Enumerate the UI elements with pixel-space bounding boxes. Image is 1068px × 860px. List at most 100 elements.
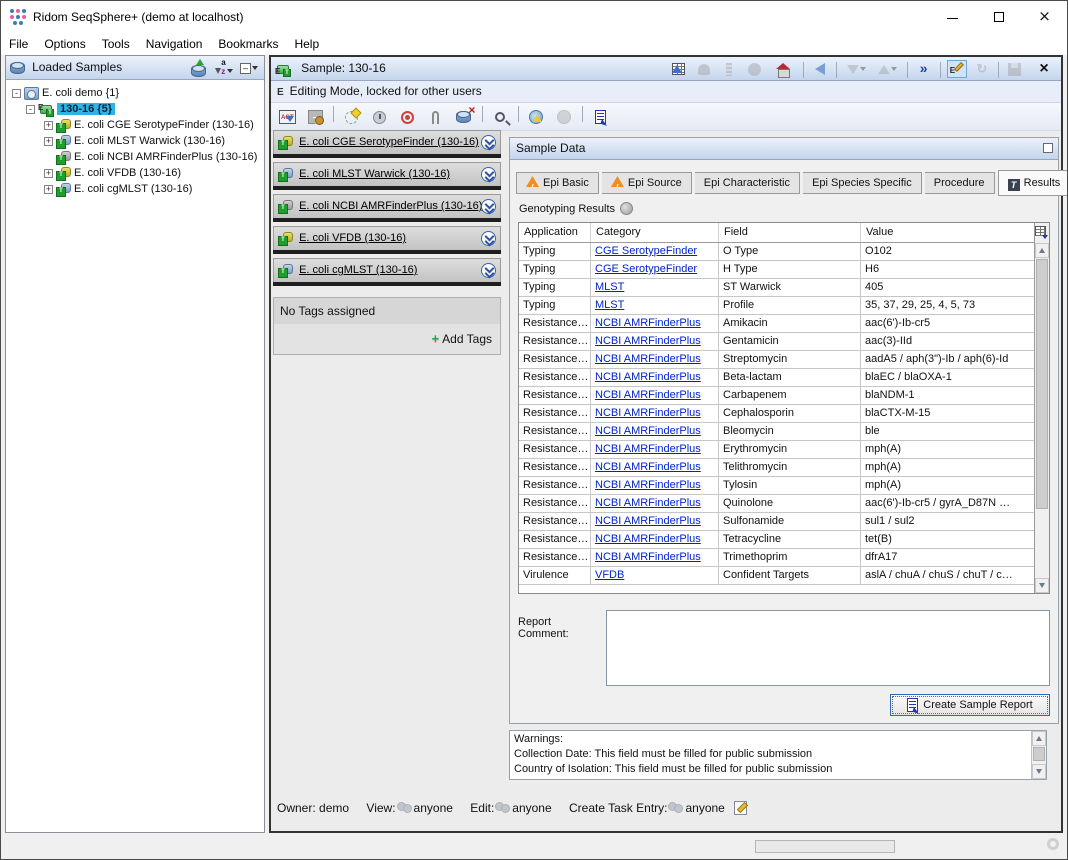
category-link[interactable]: NCBI AMRFinderPlus	[595, 335, 701, 347]
table-row[interactable]: Resistance… NCBI AMRFinderPlus Gentamici…	[519, 333, 1034, 351]
tree-item-task[interactable]: +E. coli CGE SerotypeFinder (130-16)	[12, 117, 264, 133]
target-button[interactable]	[395, 106, 420, 128]
chevron-expand-icon[interactable]	[481, 167, 496, 182]
category-link[interactable]: NCBI AMRFinderPlus	[595, 533, 701, 545]
category-link[interactable]: CGE SerotypeFinder	[595, 245, 697, 257]
category-link[interactable]: MLST	[595, 281, 624, 293]
minimize-button[interactable]	[930, 1, 975, 32]
column-picker-icon[interactable]	[1035, 225, 1048, 239]
tab[interactable]: Epi Source	[602, 172, 692, 194]
tab[interactable]: Results	[998, 170, 1068, 196]
new-task-entry-button[interactable]	[339, 106, 364, 128]
restore-panel-icon[interactable]	[1043, 143, 1053, 153]
column-header-value[interactable]: Value	[861, 223, 1034, 242]
table-row[interactable]: Typing CGE SerotypeFinder H Type H6	[519, 261, 1034, 279]
search-database-button[interactable]	[488, 106, 513, 128]
table-row[interactable]: Resistance… NCBI AMRFinderPlus Trimethop…	[519, 549, 1034, 567]
table-row[interactable]: Resistance… NCBI AMRFinderPlus Erythromy…	[519, 441, 1034, 459]
chevron-expand-icon[interactable]	[481, 231, 496, 246]
next-sample-button[interactable]	[842, 59, 870, 79]
comparison-table-button[interactable]	[668, 59, 690, 79]
tab[interactable]: Epi Characteristic	[695, 172, 800, 194]
category-link[interactable]: NCBI AMRFinderPlus	[595, 353, 701, 365]
delete-sample-button[interactable]	[451, 106, 476, 128]
category-link[interactable]: CGE SerotypeFinder	[595, 263, 697, 275]
tree-item-task[interactable]: E. coli NCBI AMRFinderPlus (130-16)	[12, 149, 264, 165]
import-sequences-button[interactable]	[275, 106, 300, 128]
report-comment-input[interactable]	[606, 610, 1050, 686]
tree-item-project[interactable]: -E. coli demo {1}	[12, 85, 264, 101]
tab[interactable]: Procedure	[925, 172, 995, 194]
tree-item-sample[interactable]: -T130-16 {5}	[12, 101, 264, 117]
sequence-view-button[interactable]	[718, 59, 740, 79]
tab[interactable]: Epi Species Specific	[803, 172, 922, 194]
edit-mode-button[interactable]	[946, 59, 968, 79]
attachments-button[interactable]	[423, 106, 448, 128]
task-section-link[interactable]: E. coli cgMLST (130-16)	[299, 264, 417, 276]
save-button[interactable]	[1004, 59, 1026, 79]
close-window-button[interactable]: ×	[1022, 1, 1067, 32]
task-section-link[interactable]: E. coli NCBI AMRFinderPlus (130-16)	[299, 200, 482, 212]
task-section-link[interactable]: E. coli VFDB (130-16)	[299, 232, 406, 244]
category-link[interactable]: MLST	[595, 299, 624, 311]
table-row[interactable]: Typing MLST Profile 35, 37, 29, 25, 4, 5…	[519, 297, 1034, 315]
maximize-button[interactable]	[976, 1, 1021, 32]
globe-icon[interactable]	[620, 202, 633, 215]
table-row[interactable]: Virulence VFDB Confident Targets aslA / …	[519, 567, 1034, 585]
table-row[interactable]: Resistance… NCBI AMRFinderPlus Sulfonami…	[519, 513, 1034, 531]
category-link[interactable]: NCBI AMRFinderPlus	[595, 407, 701, 419]
table-row[interactable]: Resistance… NCBI AMRFinderPlus Streptomy…	[519, 351, 1034, 369]
close-view-button[interactable]: ×	[1029, 59, 1059, 79]
table-row[interactable]: Typing MLST ST Warwick 405	[519, 279, 1034, 297]
expander-icon[interactable]: +	[44, 121, 53, 130]
edit-permissions-icon[interactable]	[734, 801, 747, 815]
create-report-toolbar-button[interactable]	[588, 106, 613, 128]
table-row[interactable]: Resistance… NCBI AMRFinderPlus Bleomycin…	[519, 423, 1034, 441]
warnings-scrollbar[interactable]	[1031, 731, 1046, 779]
overview-button[interactable]	[743, 59, 765, 79]
menu-item[interactable]: File	[1, 33, 36, 51]
category-link[interactable]: NCBI AMRFinderPlus	[595, 515, 701, 527]
scroll-up-button[interactable]	[1032, 731, 1046, 746]
table-row[interactable]: Resistance… NCBI AMRFinderPlus Beta-lact…	[519, 369, 1034, 387]
category-link[interactable]: NCBI AMRFinderPlus	[595, 389, 701, 401]
scroll-down-button[interactable]	[1035, 578, 1049, 593]
chevron-expand-icon[interactable]	[481, 199, 496, 214]
category-link[interactable]: NCBI AMRFinderPlus	[595, 317, 701, 329]
task-section-bar[interactable]: E. coli cgMLST (130-16)	[273, 258, 501, 282]
menu-item[interactable]: Options	[36, 33, 93, 51]
menu-item[interactable]: Bookmarks	[210, 33, 286, 51]
approve-button[interactable]	[367, 106, 392, 128]
scroll-thumb[interactable]	[1033, 747, 1045, 761]
menu-item[interactable]: Navigation	[138, 33, 211, 51]
public-database-button[interactable]	[552, 106, 577, 128]
back-button[interactable]	[809, 59, 831, 79]
goto-button[interactable]: »	[913, 59, 935, 79]
chevron-expand-icon[interactable]	[481, 135, 496, 150]
expander-icon[interactable]: +	[44, 185, 53, 194]
expander-icon[interactable]: +	[44, 137, 53, 146]
table-row[interactable]: Typing CGE SerotypeFinder O Type O102	[519, 243, 1034, 261]
collapse-all-button[interactable]: –	[238, 58, 260, 78]
column-header-category[interactable]: Category	[591, 223, 719, 242]
task-section-bar[interactable]: E. coli CGE SerotypeFinder (130-16)	[273, 130, 501, 154]
category-link[interactable]: VFDB	[595, 569, 624, 581]
tree-item-task[interactable]: +E. coli VFDB (130-16)	[12, 165, 264, 181]
task-section-link[interactable]: E. coli CGE SerotypeFinder (130-16)	[299, 136, 479, 148]
category-link[interactable]: NCBI AMRFinderPlus	[595, 551, 701, 563]
table-scrollbar[interactable]	[1034, 223, 1049, 593]
table-row[interactable]: Resistance… NCBI AMRFinderPlus Tetracycl…	[519, 531, 1034, 549]
load-samples-button[interactable]	[188, 58, 210, 78]
sample-settings-button[interactable]	[303, 106, 328, 128]
table-row[interactable]: Resistance… NCBI AMRFinderPlus Carbapene…	[519, 387, 1034, 405]
table-row[interactable]: Resistance… NCBI AMRFinderPlus Cephalosp…	[519, 405, 1034, 423]
menu-item[interactable]: Help	[286, 33, 327, 51]
table-row[interactable]: Resistance… NCBI AMRFinderPlus Telithrom…	[519, 459, 1034, 477]
category-link[interactable]: NCBI AMRFinderPlus	[595, 443, 701, 455]
category-link[interactable]: NCBI AMRFinderPlus	[595, 497, 701, 509]
create-sample-report-button[interactable]: Create Sample Report	[890, 694, 1050, 716]
category-link[interactable]: NCBI AMRFinderPlus	[595, 461, 701, 473]
table-row[interactable]: Resistance… NCBI AMRFinderPlus Amikacin …	[519, 315, 1034, 333]
tree-view-button[interactable]	[693, 59, 715, 79]
scroll-down-button[interactable]	[1032, 764, 1046, 779]
